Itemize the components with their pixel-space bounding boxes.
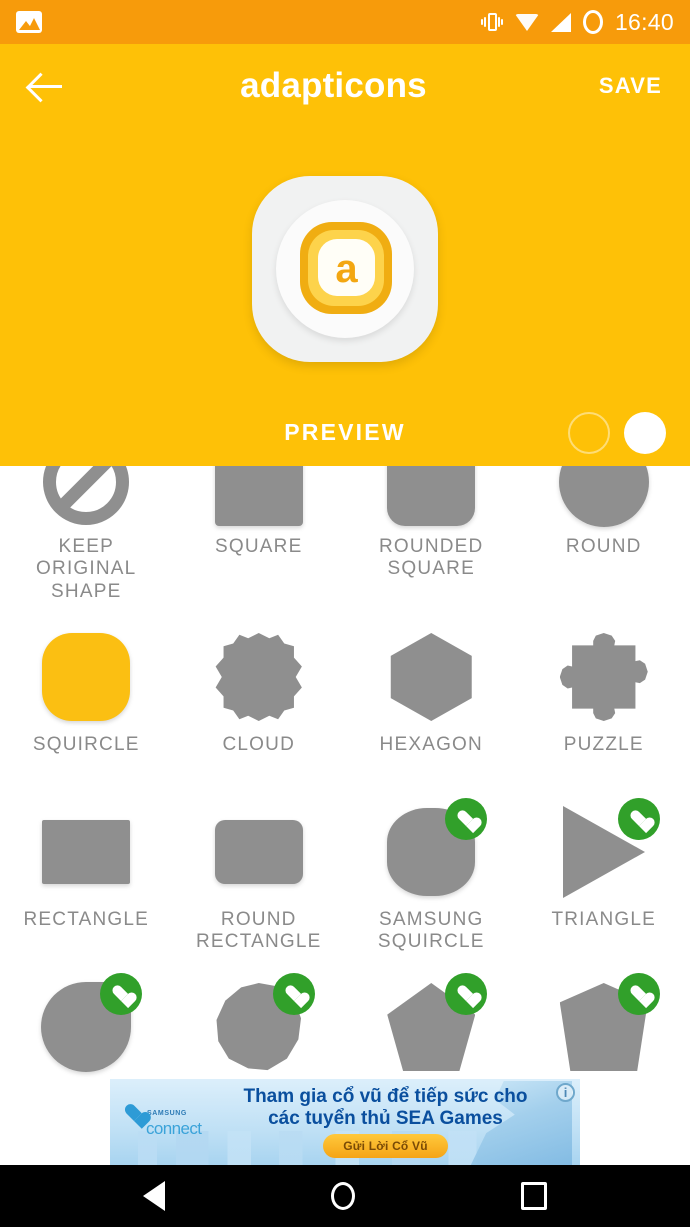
premium-heart-icon bbox=[445, 973, 488, 1015]
ad-headline-line-1: Tham gia cổ vũ để tiếp sức cho bbox=[243, 1085, 528, 1107]
shape-preview bbox=[211, 804, 307, 900]
shape-preview bbox=[211, 629, 307, 725]
app-logo-layer-inner: a bbox=[318, 239, 375, 296]
photo-icon bbox=[16, 11, 42, 33]
ad-cta-button[interactable]: Gửi Lời Cổ Vũ bbox=[323, 1134, 448, 1159]
shape-preview bbox=[383, 798, 488, 900]
wifi-icon bbox=[514, 13, 539, 31]
shape-label: ROUNDED SQUARE bbox=[379, 536, 484, 580]
shape-option-rounded-square[interactable]: ROUNDED SQUARE bbox=[345, 466, 518, 621]
shape-option-squircle[interactable]: SQUIRCLE bbox=[0, 621, 173, 796]
squircle-shape-icon bbox=[42, 633, 131, 721]
status-bar-right: 16:40 bbox=[480, 8, 674, 36]
shape-option-pentagon-tall[interactable] bbox=[518, 971, 690, 1079]
shape-preview bbox=[211, 973, 315, 1075]
hexagon-shape-icon bbox=[390, 633, 472, 721]
shape-preview bbox=[556, 798, 660, 900]
preview-icon[interactable]: a bbox=[252, 176, 438, 362]
app-root: 16:40 adapticons SAVE a PREVIEW KEEP ORI… bbox=[0, 0, 690, 1227]
shape-grid-area[interactable]: KEEP ORIGINAL SHAPE SQUARE ROUNDED SQUAR… bbox=[0, 466, 690, 1079]
status-bar-clock: 16:40 bbox=[614, 8, 674, 35]
shape-preview bbox=[556, 973, 660, 1075]
shape-label: SAMSUNG SQUIRCLE bbox=[377, 909, 485, 953]
page-dot-2[interactable] bbox=[624, 412, 666, 454]
app-logo-letter: a bbox=[335, 246, 358, 291]
shape-option-square[interactable]: SQUARE bbox=[173, 466, 346, 621]
premium-heart-icon bbox=[100, 973, 143, 1015]
ad-brand-logo: SAMSUNG connect bbox=[124, 1105, 219, 1139]
shape-label: RECTANGLE bbox=[23, 909, 150, 930]
shape-preview bbox=[556, 629, 652, 725]
android-nav-bar bbox=[0, 1165, 690, 1227]
status-bar: 16:40 bbox=[0, 0, 690, 44]
shape-label: TRIANGLE bbox=[551, 909, 657, 930]
status-bar-left bbox=[16, 11, 42, 33]
ad-brand-main: connect bbox=[146, 1119, 202, 1138]
battery-icon bbox=[582, 10, 603, 34]
shape-option-round[interactable]: ROUND bbox=[518, 466, 690, 621]
shape-option-puzzle[interactable]: PUZZLE bbox=[518, 621, 690, 796]
preview-panel: a PREVIEW bbox=[0, 128, 690, 466]
premium-heart-icon bbox=[445, 798, 488, 840]
shape-preview bbox=[556, 466, 652, 530]
round-shape-icon bbox=[558, 466, 649, 527]
back-arrow-icon[interactable] bbox=[26, 64, 70, 108]
rounded-square-shape-icon bbox=[387, 466, 476, 526]
vibrate-icon bbox=[480, 12, 503, 32]
shape-preview bbox=[38, 629, 134, 725]
square-shape-icon bbox=[214, 466, 303, 526]
premium-heart-icon bbox=[617, 973, 660, 1015]
shape-preview bbox=[38, 973, 143, 1075]
premium-heart-icon bbox=[272, 973, 315, 1015]
shape-preview bbox=[211, 466, 307, 530]
heart-icon bbox=[124, 1105, 144, 1122]
shape-label: HEXAGON bbox=[379, 734, 483, 755]
premium-heart-icon bbox=[617, 798, 660, 840]
shape-label: SQUIRCLE bbox=[32, 734, 140, 755]
shape-option-round-rectangle[interactable]: ROUND RECTANGLE bbox=[173, 796, 346, 971]
shape-option-teardrop[interactable] bbox=[0, 971, 173, 1079]
page-indicator bbox=[568, 412, 666, 454]
nav-back-icon[interactable] bbox=[143, 1181, 165, 1211]
nav-home-icon[interactable] bbox=[331, 1182, 355, 1210]
shape-preview bbox=[38, 466, 134, 530]
shape-label: CLOUD bbox=[222, 734, 295, 755]
shape-option-rectangle[interactable]: RECTANGLE bbox=[0, 796, 173, 971]
shape-option-blob[interactable] bbox=[173, 971, 346, 1079]
shape-label: ROUND RECTANGLE bbox=[195, 909, 322, 953]
ad-text-block: Tham gia cổ vũ để tiếp sức cho các tuyển… bbox=[219, 1086, 580, 1159]
toolbar: adapticons SAVE bbox=[0, 44, 690, 128]
ad-content[interactable]: SAMSUNG connect Tham gia cổ vũ để tiếp s… bbox=[110, 1079, 580, 1165]
shape-option-cloud[interactable]: CLOUD bbox=[173, 621, 346, 796]
shape-option-keep-original-shape[interactable]: KEEP ORIGINAL SHAPE bbox=[0, 466, 173, 621]
puzzle-shape-icon bbox=[559, 633, 648, 721]
shape-option-samsung-squircle[interactable]: SAMSUNG SQUIRCLE bbox=[345, 796, 518, 971]
shape-grid: KEEP ORIGINAL SHAPE SQUARE ROUNDED SQUAR… bbox=[0, 466, 690, 1079]
shape-option-triangle[interactable]: TRIANGLE bbox=[518, 796, 690, 971]
shape-option-hexagon[interactable]: HEXAGON bbox=[345, 621, 518, 796]
ad-banner[interactable]: SAMSUNG connect Tham gia cổ vũ để tiếp s… bbox=[0, 1079, 690, 1165]
shape-preview bbox=[383, 629, 479, 725]
nav-recents-icon[interactable] bbox=[521, 1182, 547, 1210]
no-shape-icon bbox=[43, 466, 130, 525]
shape-label: SQUARE bbox=[215, 536, 303, 557]
ad-info-icon[interactable]: i bbox=[556, 1083, 575, 1102]
rectangle-shape-icon bbox=[42, 820, 131, 884]
save-button[interactable]: SAVE bbox=[597, 65, 664, 107]
shape-option-pentagon[interactable] bbox=[345, 971, 518, 1079]
shape-preview bbox=[383, 466, 479, 530]
page-dot-1[interactable] bbox=[568, 412, 610, 454]
shape-preview bbox=[38, 804, 134, 900]
shape-label: KEEP ORIGINAL SHAPE bbox=[36, 536, 137, 602]
ad-brand-top: SAMSUNG bbox=[147, 1110, 187, 1117]
ad-headline-line-2: các tuyển thủ SEA Games bbox=[268, 1108, 503, 1129]
page-title: adapticons bbox=[240, 66, 427, 105]
shape-preview bbox=[383, 973, 488, 1075]
round-rectangle-shape-icon bbox=[214, 820, 303, 884]
cloud-shape-icon bbox=[215, 633, 302, 721]
signal-icon bbox=[550, 12, 571, 32]
shape-label: PUZZLE bbox=[563, 734, 644, 755]
shape-label: ROUND bbox=[565, 536, 642, 557]
